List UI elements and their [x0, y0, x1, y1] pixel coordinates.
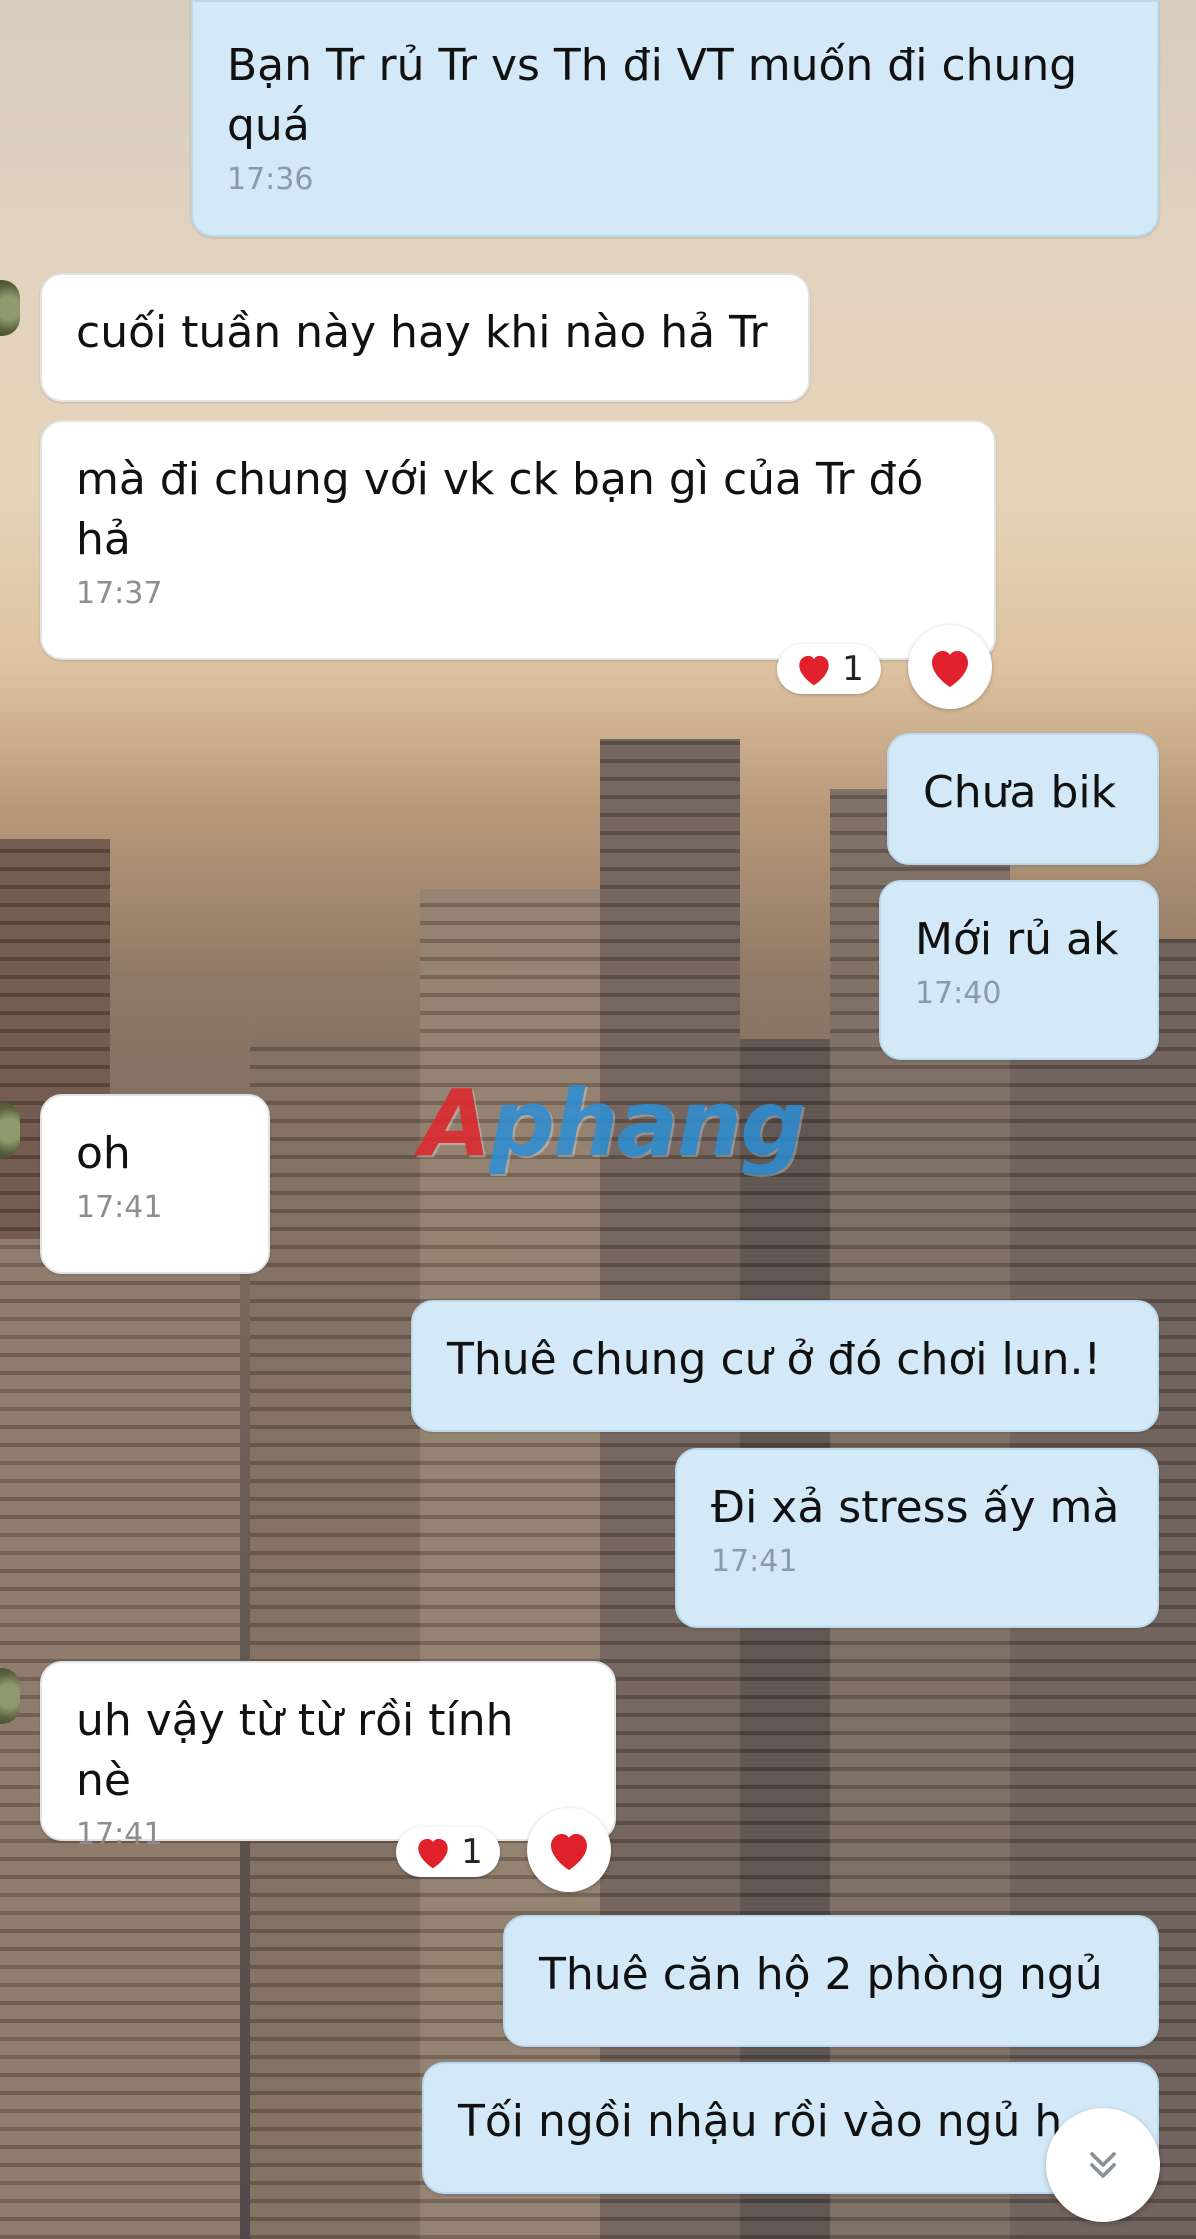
heart-icon: [799, 655, 829, 686]
message-time: 17:36: [227, 162, 314, 197]
message-time: 17:41: [711, 1544, 798, 1579]
message-time: 17:41: [76, 1190, 163, 1225]
react-heart-button[interactable]: [908, 625, 992, 709]
message-text: Mới rủ ak: [915, 914, 1119, 965]
message-bubble-outgoing[interactable]: Đi xả stress ấy mà 17:41: [675, 1448, 1159, 1628]
message-text: uh vậy từ từ rồi tính nè: [76, 1695, 528, 1806]
reaction-count: 1: [842, 649, 864, 689]
message-time: 17:41: [76, 1817, 163, 1852]
message-text: Bạn Tr rủ Tr vs Th đi VT muốn đi chung q…: [227, 40, 1092, 151]
double-chevron-down-icon: [1090, 2152, 1116, 2178]
message-bubble-incoming[interactable]: cuối tuần này hay khi nào hả Tr: [40, 273, 810, 402]
message-bubble-incoming[interactable]: oh 17:41: [40, 1094, 270, 1274]
message-text: Thuê chung cư ở đó chơi lun.!: [447, 1334, 1102, 1385]
message-bubble-incoming[interactable]: uh vậy từ từ rồi tính nè 17:41: [40, 1661, 616, 1852]
message-bubble-outgoing[interactable]: Thuê căn hộ 2 phòng ngủ: [503, 1915, 1159, 2047]
message-time: 17:37: [76, 576, 163, 611]
message-bubble-outgoing[interactable]: Mới rủ ak 17:40: [879, 880, 1159, 1060]
sender-avatar[interactable]: [0, 1668, 20, 1724]
reaction-count-badge[interactable]: 1: [396, 1827, 500, 1877]
message-text: Tối ngồi nhậu rồi vào ngủ h: [458, 2096, 1063, 2147]
react-heart-button[interactable]: [527, 1808, 611, 1892]
scroll-to-bottom-button[interactable]: [1046, 2108, 1160, 2222]
reaction-count: 1: [461, 1832, 483, 1872]
message-text: oh: [76, 1128, 131, 1179]
heart-icon: [551, 1834, 587, 1870]
message-bubble-outgoing[interactable]: Thuê chung cư ở đó chơi lun.!: [411, 1300, 1159, 1432]
reaction-count-badge[interactable]: 1: [777, 644, 881, 694]
message-text: mà đi chung với vk ck bạn gì của Tr đó h…: [76, 454, 938, 565]
sender-avatar[interactable]: [0, 280, 20, 336]
heart-icon: [418, 1838, 448, 1869]
message-text: cuối tuần này hay khi nào hả Tr: [76, 307, 768, 358]
heart-icon: [932, 651, 968, 687]
message-time: 17:40: [915, 976, 1002, 1011]
message-text: Đi xả stress ấy mà: [711, 1482, 1120, 1533]
message-bubble-outgoing[interactable]: Bạn Tr rủ Tr vs Th đi VT muốn đi chung q…: [191, 0, 1159, 237]
message-bubble-incoming[interactable]: mà đi chung với vk ck bạn gì của Tr đó h…: [40, 420, 996, 660]
watermark-logo: Aphang: [420, 1070, 806, 1177]
message-text: Thuê căn hộ 2 phòng ngủ: [539, 1949, 1103, 2000]
message-bubble-outgoing[interactable]: Chưa bik: [887, 733, 1159, 865]
sender-avatar[interactable]: [0, 1102, 20, 1158]
message-text: Chưa bik: [923, 767, 1117, 818]
